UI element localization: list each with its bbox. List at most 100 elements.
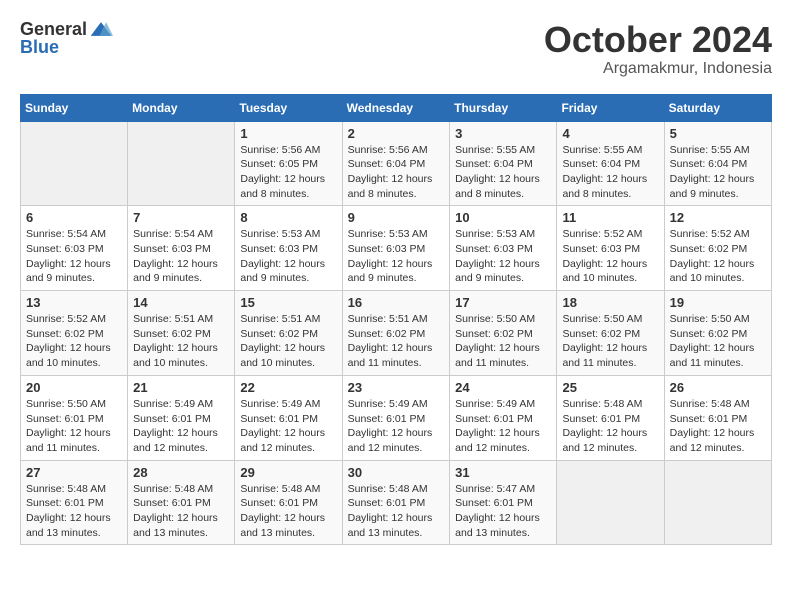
day-number: 6 <box>26 210 122 225</box>
day-info: Sunrise: 5:55 AM Sunset: 6:04 PM Dayligh… <box>455 143 551 202</box>
day-number: 21 <box>133 380 229 395</box>
day-number: 30 <box>348 465 445 480</box>
day-number: 28 <box>133 465 229 480</box>
calendar-cell: 18 Sunrise: 5:50 AM Sunset: 6:02 PM Dayli… <box>557 291 664 376</box>
month-title: October 2024 <box>544 20 772 60</box>
calendar-cell: 9 Sunrise: 5:53 AM Sunset: 6:03 PM Daylig… <box>342 206 450 291</box>
day-number: 20 <box>26 380 122 395</box>
day-info: Sunrise: 5:47 AM Sunset: 6:01 PM Dayligh… <box>455 482 551 541</box>
calendar-cell: 14 Sunrise: 5:51 AM Sunset: 6:02 PM Dayli… <box>128 291 235 376</box>
day-info: Sunrise: 5:48 AM Sunset: 6:01 PM Dayligh… <box>240 482 336 541</box>
calendar-cell: 4Sunrise: 5:55 AM Sunset: 6:04 PM Daylig… <box>557 121 664 206</box>
header: General Blue October 2024 Argamakmur, In… <box>20 20 772 78</box>
day-number: 8 <box>240 210 336 225</box>
day-number: 26 <box>670 380 766 395</box>
logo-general-text: General <box>20 20 87 38</box>
day-info: Sunrise: 5:50 AM Sunset: 6:01 PM Dayligh… <box>26 397 122 456</box>
calendar-cell: 22 Sunrise: 5:49 AM Sunset: 6:01 PM Dayli… <box>235 375 342 460</box>
calendar-cell: 27Sunrise: 5:48 AM Sunset: 6:01 PM Dayli… <box>21 460 128 545</box>
calendar-cell: 15 Sunrise: 5:51 AM Sunset: 6:02 PM Dayli… <box>235 291 342 376</box>
calendar-cell: 10Sunrise: 5:53 AM Sunset: 6:03 PM Dayli… <box>450 206 557 291</box>
calendar-cell: 17 Sunrise: 5:50 AM Sunset: 6:02 PM Dayli… <box>450 291 557 376</box>
logo: General Blue <box>20 20 113 56</box>
calendar-cell: 13 Sunrise: 5:52 AM Sunset: 6:02 PM Dayli… <box>21 291 128 376</box>
header-day-sunday: Sunday <box>21 94 128 121</box>
day-number: 17 <box>455 295 551 310</box>
calendar-week-row: 1 Sunrise: 5:56 AM Sunset: 6:05 PM Daylig… <box>21 121 772 206</box>
calendar-cell <box>664 460 771 545</box>
day-number: 18 <box>562 295 658 310</box>
calendar-cell: 12 Sunrise: 5:52 AM Sunset: 6:02 PM Dayli… <box>664 206 771 291</box>
day-info: Sunrise: 5:55 AM Sunset: 6:04 PM Dayligh… <box>670 143 766 202</box>
day-number: 16 <box>348 295 445 310</box>
day-number: 11 <box>562 210 658 225</box>
header-day-friday: Friday <box>557 94 664 121</box>
day-info: Sunrise: 5:49 AM Sunset: 6:01 PM Dayligh… <box>348 397 445 456</box>
calendar-cell <box>557 460 664 545</box>
day-info: Sunrise: 5:48 AM Sunset: 6:01 PM Dayligh… <box>670 397 766 456</box>
day-info: Sunrise: 5:52 AM Sunset: 6:02 PM Dayligh… <box>26 312 122 371</box>
calendar-cell: 28 Sunrise: 5:48 AM Sunset: 6:01 PM Dayli… <box>128 460 235 545</box>
day-info: Sunrise: 5:50 AM Sunset: 6:02 PM Dayligh… <box>562 312 658 371</box>
calendar-cell: 31 Sunrise: 5:47 AM Sunset: 6:01 PM Dayli… <box>450 460 557 545</box>
day-info: Sunrise: 5:52 AM Sunset: 6:02 PM Dayligh… <box>670 227 766 286</box>
calendar-cell: 25Sunrise: 5:48 AM Sunset: 6:01 PM Dayli… <box>557 375 664 460</box>
calendar-header-row: SundayMondayTuesdayWednesdayThursdayFrid… <box>21 94 772 121</box>
calendar-cell: 5 Sunrise: 5:55 AM Sunset: 6:04 PM Daylig… <box>664 121 771 206</box>
calendar-cell: 3 Sunrise: 5:55 AM Sunset: 6:04 PM Daylig… <box>450 121 557 206</box>
day-info: Sunrise: 5:51 AM Sunset: 6:02 PM Dayligh… <box>133 312 229 371</box>
day-number: 12 <box>670 210 766 225</box>
calendar-cell: 23Sunrise: 5:49 AM Sunset: 6:01 PM Dayli… <box>342 375 450 460</box>
day-info: Sunrise: 5:53 AM Sunset: 6:03 PM Dayligh… <box>240 227 336 286</box>
day-number: 3 <box>455 126 551 141</box>
day-number: 5 <box>670 126 766 141</box>
day-info: Sunrise: 5:55 AM Sunset: 6:04 PM Dayligh… <box>562 143 658 202</box>
day-number: 31 <box>455 465 551 480</box>
calendar-cell: 29Sunrise: 5:48 AM Sunset: 6:01 PM Dayli… <box>235 460 342 545</box>
calendar-cell <box>21 121 128 206</box>
calendar-cell: 19Sunrise: 5:50 AM Sunset: 6:02 PM Dayli… <box>664 291 771 376</box>
calendar-cell: 30Sunrise: 5:48 AM Sunset: 6:01 PM Dayli… <box>342 460 450 545</box>
day-number: 22 <box>240 380 336 395</box>
calendar-cell: 1 Sunrise: 5:56 AM Sunset: 6:05 PM Daylig… <box>235 121 342 206</box>
day-number: 1 <box>240 126 336 141</box>
day-info: Sunrise: 5:49 AM Sunset: 6:01 PM Dayligh… <box>455 397 551 456</box>
day-number: 27 <box>26 465 122 480</box>
calendar-cell: 20 Sunrise: 5:50 AM Sunset: 6:01 PM Dayli… <box>21 375 128 460</box>
calendar-cell: 11 Sunrise: 5:52 AM Sunset: 6:03 PM Dayli… <box>557 206 664 291</box>
day-info: Sunrise: 5:48 AM Sunset: 6:01 PM Dayligh… <box>133 482 229 541</box>
day-info: Sunrise: 5:50 AM Sunset: 6:02 PM Dayligh… <box>670 312 766 371</box>
calendar-cell: 6 Sunrise: 5:54 AM Sunset: 6:03 PM Daylig… <box>21 206 128 291</box>
calendar-week-row: 20 Sunrise: 5:50 AM Sunset: 6:01 PM Dayli… <box>21 375 772 460</box>
header-day-saturday: Saturday <box>664 94 771 121</box>
day-info: Sunrise: 5:51 AM Sunset: 6:02 PM Dayligh… <box>348 312 445 371</box>
day-info: Sunrise: 5:53 AM Sunset: 6:03 PM Dayligh… <box>348 227 445 286</box>
day-info: Sunrise: 5:56 AM Sunset: 6:05 PM Dayligh… <box>240 143 336 202</box>
calendar-cell: 2Sunrise: 5:56 AM Sunset: 6:04 PM Daylig… <box>342 121 450 206</box>
day-number: 24 <box>455 380 551 395</box>
calendar-week-row: 27 Sunrise: 5:48 AM Sunset: 6:01 PM Dayli… <box>21 460 772 545</box>
calendar-table: SundayMondayTuesdayWednesdayThursdayFrid… <box>20 94 772 546</box>
calendar-cell: 21Sunrise: 5:49 AM Sunset: 6:01 PM Dayli… <box>128 375 235 460</box>
day-info: Sunrise: 5:50 AM Sunset: 6:02 PM Dayligh… <box>455 312 551 371</box>
day-info: Sunrise: 5:52 AM Sunset: 6:03 PM Dayligh… <box>562 227 658 286</box>
calendar-cell: 24 Sunrise: 5:49 AM Sunset: 6:01 PM Dayli… <box>450 375 557 460</box>
day-number: 14 <box>133 295 229 310</box>
day-number: 25 <box>562 380 658 395</box>
header-day-thursday: Thursday <box>450 94 557 121</box>
logo-icon <box>89 20 113 38</box>
calendar-cell: 8 Sunrise: 5:53 AM Sunset: 6:03 PM Daylig… <box>235 206 342 291</box>
title-area: October 2024 Argamakmur, Indonesia <box>544 20 772 78</box>
calendar-cell: 7Sunrise: 5:54 AM Sunset: 6:03 PM Daylig… <box>128 206 235 291</box>
day-info: Sunrise: 5:56 AM Sunset: 6:04 PM Dayligh… <box>348 143 445 202</box>
day-info: Sunrise: 5:51 AM Sunset: 6:02 PM Dayligh… <box>240 312 336 371</box>
day-number: 13 <box>26 295 122 310</box>
day-info: Sunrise: 5:54 AM Sunset: 6:03 PM Dayligh… <box>26 227 122 286</box>
day-info: Sunrise: 5:54 AM Sunset: 6:03 PM Dayligh… <box>133 227 229 286</box>
header-day-wednesday: Wednesday <box>342 94 450 121</box>
calendar-week-row: 6 Sunrise: 5:54 AM Sunset: 6:03 PM Daylig… <box>21 206 772 291</box>
day-number: 10 <box>455 210 551 225</box>
day-number: 15 <box>240 295 336 310</box>
day-number: 9 <box>348 210 445 225</box>
day-info: Sunrise: 5:49 AM Sunset: 6:01 PM Dayligh… <box>240 397 336 456</box>
